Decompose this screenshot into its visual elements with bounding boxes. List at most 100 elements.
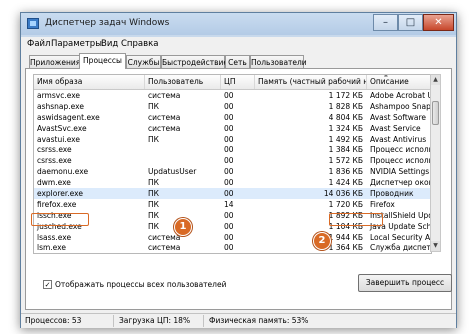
column-image-name-label: Имя образа bbox=[37, 77, 83, 86]
cell-description: Bonjour Service bbox=[367, 253, 431, 254]
table-row[interactable]: explorer.exe ПК 00 14 036 КБ Проводник bbox=[34, 188, 431, 199]
status-cpu: Загрузка ЦП: 18% bbox=[119, 316, 191, 325]
column-memory[interactable]: Память (частный рабочий набор) bbox=[255, 75, 367, 89]
window-title: Диспетчер задач Windows bbox=[45, 18, 170, 28]
cell-cpu: 00 bbox=[224, 221, 234, 231]
table-row[interactable]: csrss.exe 00 1 572 КБ Процесс исполн. bbox=[34, 155, 431, 166]
cell-memory: 1 364 КБ bbox=[328, 243, 363, 253]
cell-cpu: 00 bbox=[224, 167, 234, 177]
cell-description: Local Security Au bbox=[370, 232, 431, 242]
task-manager-window: Диспетчер задач Windows – □ ✕ Файл Парам… bbox=[20, 12, 457, 328]
column-cpu-label: ЦП bbox=[224, 77, 236, 86]
cell-user bbox=[145, 144, 221, 155]
cell-user: ПК bbox=[148, 101, 159, 111]
task-manager-icon bbox=[27, 18, 39, 29]
cell-user: ПК bbox=[148, 134, 159, 144]
cell-image-name: explorer.exe bbox=[37, 189, 83, 199]
cell-image-name: daemonu.exe bbox=[37, 167, 89, 177]
table-row[interactable]: csrss.exe 00 1 384 КБ Процесс исполн. bbox=[34, 144, 431, 155]
column-description-label: Описание bbox=[370, 77, 409, 86]
tab-performance[interactable]: Быстродействие bbox=[161, 55, 228, 68]
tab-services[interactable]: Службы bbox=[126, 55, 161, 68]
table-row[interactable]: avastui.exe ПК 00 1 492 КБ Avast Antivirus bbox=[34, 134, 431, 145]
table-row[interactable]: ashsnap.exe ПК 00 1 828 КБ Ashampoo Snap 6 bbox=[34, 101, 431, 112]
tab-applications[interactable]: Приложения bbox=[29, 55, 80, 68]
minimize-button[interactable]: – bbox=[373, 14, 398, 31]
status-separator bbox=[203, 315, 204, 327]
cell-memory: 1 720 КБ bbox=[328, 199, 363, 209]
cell-user: UpdatusUser bbox=[148, 167, 197, 177]
cell-description: Avast Service bbox=[370, 123, 421, 133]
menu-help[interactable]: Справка bbox=[121, 39, 158, 49]
cell-memory: 1 064 КБ bbox=[255, 253, 367, 254]
cell-cpu: 14 bbox=[224, 199, 234, 209]
show-all-processes-checkbox[interactable]: ✓ bbox=[43, 280, 52, 289]
status-memory: Физическая память: 53% bbox=[209, 316, 309, 325]
cell-memory: 1 828 КБ bbox=[328, 101, 363, 111]
column-memory-label: Память (частный рабочий набор) bbox=[258, 77, 366, 86]
cell-image-name: csrss.exe bbox=[37, 145, 72, 155]
menu-bar: Файл Параметры Вид Справка bbox=[21, 37, 456, 51]
scroll-up-icon[interactable]: ▲ bbox=[431, 75, 440, 85]
cell-cpu: 00 bbox=[224, 232, 234, 242]
column-cpu[interactable]: ЦП bbox=[221, 75, 255, 89]
cell-user: ПК bbox=[148, 199, 159, 209]
cell-image-name: aswidsagent.exe bbox=[37, 112, 100, 122]
title-bar[interactable]: Диспетчер задач Windows – □ ✕ bbox=[21, 13, 456, 35]
cell-image-name: avastui.exe bbox=[37, 134, 81, 144]
close-button[interactable]: ✕ bbox=[423, 14, 454, 31]
column-user-label: Пользователь bbox=[148, 77, 204, 86]
menu-options[interactable]: Параметры bbox=[51, 39, 102, 49]
cell-cpu: 00 bbox=[221, 253, 255, 254]
table-row[interactable]: mDNSResponder.exeсистема001 064 КБBonjou… bbox=[34, 253, 431, 254]
cell-cpu: 00 bbox=[224, 101, 234, 111]
cell-user: система bbox=[148, 243, 181, 253]
cell-memory: 1 836 КБ bbox=[328, 167, 363, 177]
cell-cpu: 00 bbox=[224, 134, 234, 144]
table-row[interactable]: armsvc.exe система 00 1 172 КБ Adobe Acrobat… bbox=[34, 90, 431, 101]
cell-memory: 14 036 КБ bbox=[323, 189, 363, 199]
status-separator bbox=[113, 315, 114, 327]
menu-file[interactable]: Файл bbox=[27, 39, 50, 49]
table-row[interactable]: daemonu.exe UpdatusUser 00 1 836 КБ NVIDIA S… bbox=[34, 166, 431, 177]
tab-users[interactable]: Пользователи bbox=[250, 55, 307, 68]
cell-description: Avast Software bbox=[370, 112, 427, 122]
maximize-button[interactable]: □ bbox=[398, 14, 423, 31]
cell-image-name: ashsnap.exe bbox=[37, 101, 84, 111]
cell-memory: 1 944 КБ bbox=[328, 232, 363, 242]
cell-memory: 1 424 КБ bbox=[328, 178, 363, 188]
column-user[interactable]: Пользователь bbox=[145, 75, 221, 89]
sort-arrow-icon: ▲ bbox=[384, 74, 388, 78]
cell-cpu: 00 bbox=[224, 210, 234, 220]
table-row[interactable]: firefox.exe ПК 14 1 720 КБ Firefox bbox=[34, 199, 431, 210]
cell-memory: 4 804 КБ bbox=[328, 112, 363, 122]
table-row[interactable]: lsm.exe система 00 1 364 КБ Служба диспетч. bbox=[34, 242, 431, 253]
cell-user bbox=[145, 155, 221, 166]
cell-description: Процесс исполн. bbox=[370, 145, 431, 155]
table-row[interactable]: aswidsagent.exe система 00 4 804 КБ Avast So… bbox=[34, 112, 431, 123]
column-image-name[interactable]: Имя образа bbox=[34, 75, 145, 89]
cell-description: Проводник bbox=[370, 189, 414, 199]
cell-cpu: 00 bbox=[224, 189, 234, 199]
table-row[interactable]: AvastSvc.exe система 00 1 324 КБ Avast Servi… bbox=[34, 123, 431, 134]
column-description[interactable]: Описание bbox=[367, 75, 431, 89]
callout-2: 2 bbox=[313, 232, 331, 250]
tab-network[interactable]: Сеть bbox=[225, 55, 250, 68]
cell-description: Диспетчер окон bbox=[370, 178, 431, 188]
table-row[interactable]: dwm.exe ПК 00 1 424 КБ Диспетчер окон bbox=[34, 177, 431, 188]
scrollbar-thumb[interactable] bbox=[432, 101, 439, 125]
cell-image-name: dwm.exe bbox=[37, 178, 71, 188]
table-row[interactable]: lsass.exe система 00 1 944 КБ Local Security… bbox=[34, 232, 431, 243]
vertical-scrollbar[interactable]: ▲ ▼ bbox=[430, 74, 441, 252]
table-header: Имя образа Пользователь ЦП Память (частн… bbox=[34, 75, 431, 90]
end-process-button[interactable]: Завершить процесс bbox=[358, 274, 452, 292]
cell-description: NVIDIA Settings U bbox=[370, 167, 431, 177]
cell-description: Ashampoo Snap 6 bbox=[370, 101, 431, 111]
tab-processes[interactable]: Процессы bbox=[79, 53, 126, 69]
status-processes: Процессов: 53 bbox=[25, 316, 82, 325]
scroll-down-icon[interactable]: ▼ bbox=[431, 241, 440, 251]
cell-description: Avast Antivirus bbox=[370, 134, 427, 144]
cell-user: система bbox=[148, 112, 181, 122]
cell-image-name: mDNSResponder.exe bbox=[34, 253, 145, 254]
menu-view[interactable]: Вид bbox=[101, 39, 118, 49]
